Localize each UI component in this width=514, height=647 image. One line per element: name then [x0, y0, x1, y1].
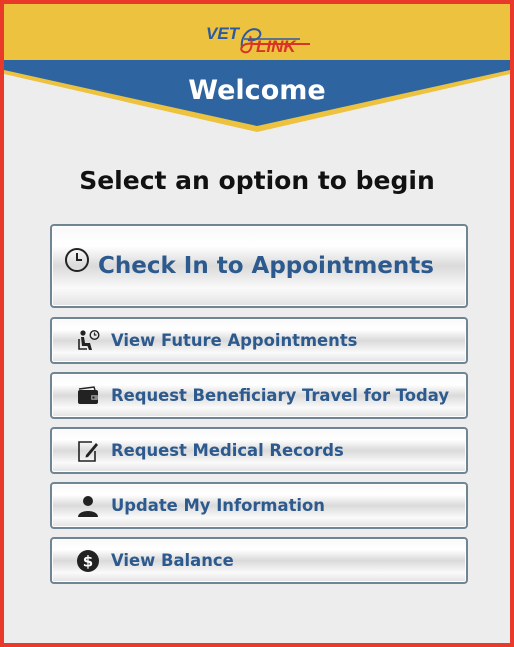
check-in-label: Check In to Appointments: [98, 253, 434, 279]
request-beneficiary-travel-button[interactable]: Request Beneficiary Travel for Today: [50, 372, 468, 419]
wallet-icon: [76, 384, 100, 408]
dollar-icon: $: [76, 549, 100, 573]
vetlink-logo: VET LINK: [204, 22, 312, 56]
clock-icon: [64, 247, 90, 273]
waiting-room-icon: [76, 329, 100, 353]
svg-text:$: $: [83, 552, 93, 570]
update-my-information-button[interactable]: Update My Information: [50, 482, 468, 529]
view-future-appointments-button[interactable]: View Future Appointments: [50, 317, 468, 364]
edit-document-icon: [76, 439, 100, 463]
vetlink-logo-mark: VET LINK: [206, 24, 310, 56]
request-medical-records-button[interactable]: Request Medical Records: [50, 427, 468, 474]
svg-text:VET: VET: [206, 24, 241, 43]
view-future-appointments-label: View Future Appointments: [111, 331, 358, 350]
page-subtitle: Select an option to begin: [79, 166, 435, 195]
kiosk-screen: VET LINK Welcome Select an option to beg…: [0, 0, 514, 647]
header-banner: VET LINK Welcome: [4, 4, 510, 136]
view-balance-button[interactable]: $ View Balance: [50, 537, 468, 584]
view-balance-label: View Balance: [111, 551, 234, 570]
request-medical-records-label: Request Medical Records: [111, 441, 344, 460]
user-icon: [76, 494, 100, 518]
welcome-title: Welcome: [188, 75, 326, 106]
request-beneficiary-travel-label: Request Beneficiary Travel for Today: [111, 386, 450, 405]
update-my-information-label: Update My Information: [111, 496, 325, 515]
check-in-button[interactable]: Check In to Appointments: [50, 224, 468, 308]
svg-text:LINK: LINK: [256, 37, 297, 56]
